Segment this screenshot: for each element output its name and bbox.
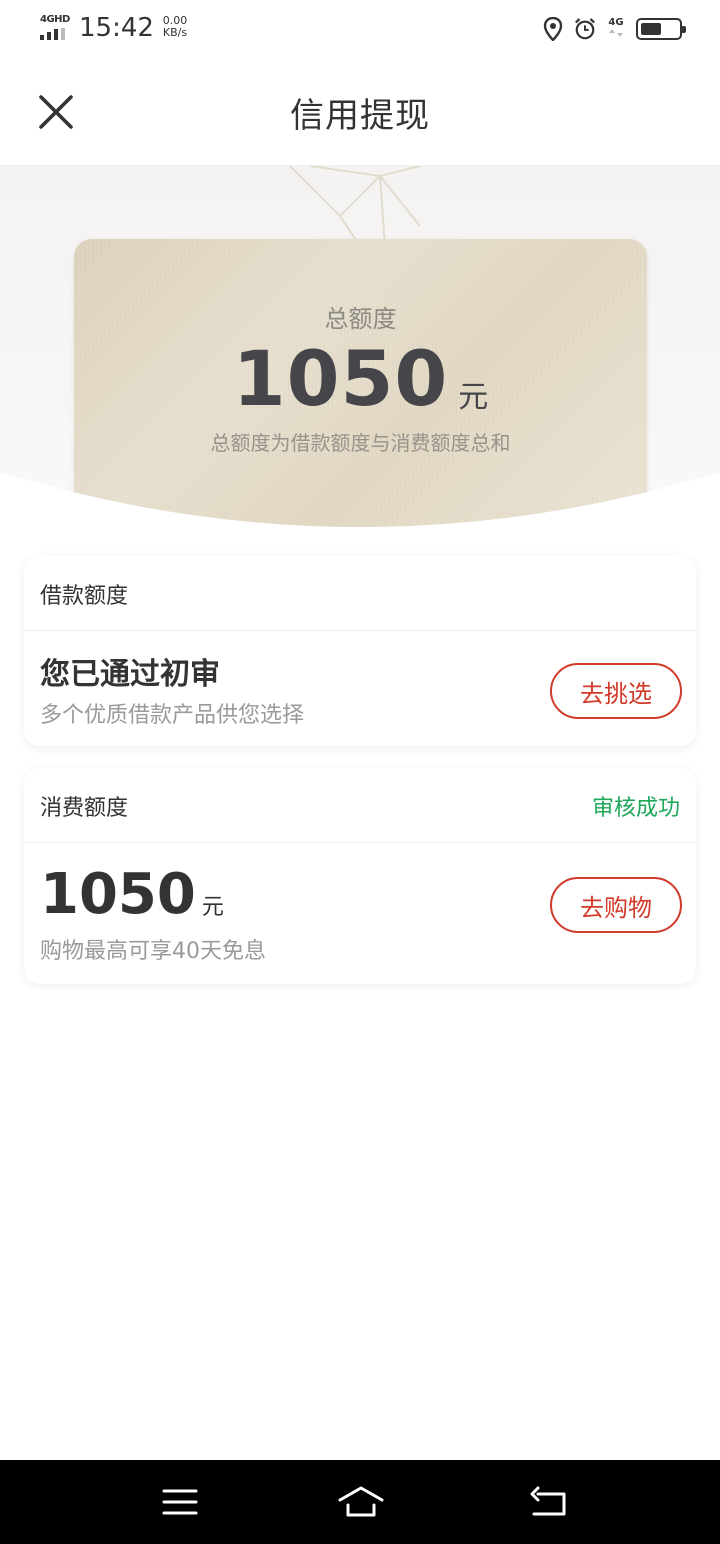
home-icon	[338, 1486, 384, 1517]
total-credit-unit: 元	[458, 380, 489, 415]
consumption-subtitle: 购物最高可享40天免息	[40, 939, 266, 964]
data-arrows-icon	[609, 29, 623, 37]
consumption-credit-section: 消费额度 审核成功 1050 元 购物最高可享40天免息 去购物	[24, 768, 696, 984]
consumption-section-header: 消费额度 审核成功	[24, 768, 696, 843]
browse-loans-button[interactable]: 去挑选	[550, 663, 682, 719]
signal-bars-icon	[40, 28, 70, 40]
loan-headline: 您已通过初审	[40, 657, 220, 692]
loan-section-body: 您已通过初审 多个优质借款产品供您选择 去挑选	[24, 631, 696, 745]
battery-fill	[641, 23, 661, 35]
battery-tip	[682, 26, 686, 33]
total-credit-amount: 1050	[232, 334, 449, 423]
speed-unit: KB/s	[162, 26, 188, 39]
menu-icon	[162, 1489, 198, 1515]
consumption-unit: 元	[201, 895, 224, 920]
location-icon	[542, 17, 564, 41]
menu-button[interactable]	[160, 1482, 200, 1522]
consumption-section-body: 1050 元 购物最高可享40天免息 去购物	[24, 843, 696, 983]
total-credit-description: 总额度为借款额度与消费额度总和	[210, 431, 511, 455]
decorative-lines	[289, 166, 421, 246]
loan-section-header: 借款额度	[24, 556, 696, 631]
page-title: 信用提现	[290, 96, 430, 136]
loan-section-title: 借款额度	[40, 584, 129, 609]
consumption-amount-row: 1050 元	[40, 865, 224, 925]
loan-credit-section: 借款额度 您已通过初审 多个优质借款产品供您选择 去挑选	[24, 556, 696, 746]
consumption-amount: 1050	[40, 862, 196, 927]
clock: 15:42	[79, 13, 154, 43]
network-type-right: 4G	[606, 17, 626, 41]
status-bar: 4GHD 15:42 0.00 KB/s 4G	[0, 0, 720, 58]
alarm-icon	[574, 17, 596, 41]
credit-hero: 总额度 1050 元 总额度为借款额度与消费额度总和	[0, 166, 720, 536]
hero-curve	[0, 472, 720, 536]
consumption-section-title: 消费额度	[40, 796, 129, 821]
home-button[interactable]	[336, 1482, 386, 1522]
signal-indicator: 4GHD	[40, 14, 72, 40]
network-type-right-label: 4G	[608, 17, 624, 28]
back-button[interactable]	[528, 1482, 568, 1522]
battery-icon	[636, 18, 686, 40]
total-credit-amount-row: 1050 元	[74, 334, 647, 424]
app-header: 信用提现	[0, 58, 720, 166]
back-icon	[530, 1486, 566, 1516]
go-shopping-button[interactable]: 去购物	[550, 877, 682, 933]
network-type: 4GHD	[40, 14, 70, 25]
review-status-badge: 审核成功	[591, 796, 680, 821]
network-speed: 0.00 KB/s	[155, 15, 195, 39]
status-icons: 4G	[542, 14, 686, 44]
loan-subtitle: 多个优质借款产品供您选择	[40, 703, 305, 728]
system-nav-bar	[0, 1460, 720, 1544]
total-credit-label: 总额度	[324, 305, 397, 333]
